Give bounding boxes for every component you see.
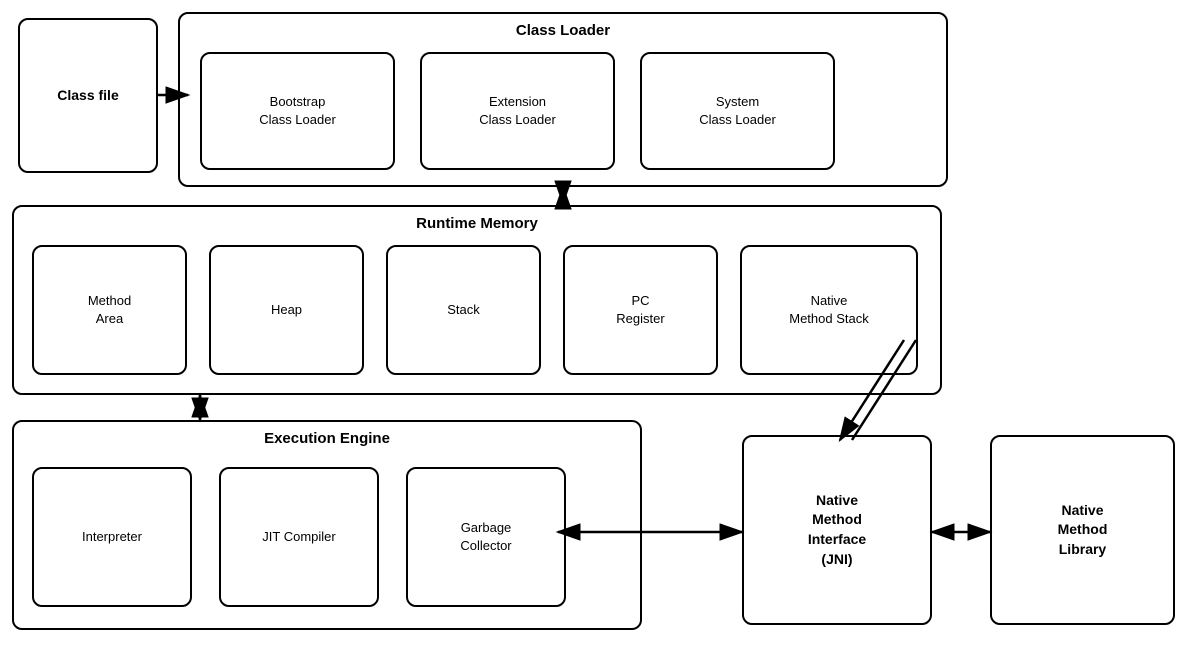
system-label: SystemClass Loader [699,93,776,129]
execution-engine-section: Execution Engine Interpreter JIT Compile… [12,420,642,630]
native-method-stack-label: NativeMethod Stack [789,292,869,328]
garbage-collector-box: GarbageCollector [406,467,566,607]
pc-register-box: PCRegister [563,245,718,375]
native-method-stack-box: NativeMethod Stack [740,245,918,375]
heap-box: Heap [209,245,364,375]
nml-label: NativeMethodLibrary [1058,501,1108,560]
class-file-box: Class file [18,18,158,173]
jit-compiler-label: JIT Compiler [262,528,335,546]
runtime-memory-section: Runtime Memory MethodArea Heap Stack PCR… [12,205,942,395]
method-area-box: MethodArea [32,245,187,375]
pc-register-label: PCRegister [616,292,664,328]
class-loader-title: Class Loader [180,22,946,39]
native-method-interface-box: NativeMethodInterface(JNI) [742,435,932,625]
interpreter-box: Interpreter [32,467,192,607]
native-method-library-box: NativeMethodLibrary [990,435,1175,625]
jit-compiler-box: JIT Compiler [219,467,379,607]
system-class-loader-box: SystemClass Loader [640,52,835,170]
diagram-container: Class file Class Loader BootstrapClass L… [0,0,1191,648]
runtime-memory-title: Runtime Memory [14,215,940,232]
class-loader-section: Class Loader BootstrapClass Loader Exten… [178,12,948,187]
extension-label: ExtensionClass Loader [479,93,556,129]
bootstrap-label: BootstrapClass Loader [259,93,336,129]
bootstrap-class-loader-box: BootstrapClass Loader [200,52,395,170]
class-file-label: Class file [57,86,118,106]
garbage-collector-label: GarbageCollector [460,519,511,555]
method-area-label: MethodArea [88,292,131,328]
execution-engine-title: Execution Engine [14,430,640,447]
stack-label: Stack [447,301,480,319]
interpreter-label: Interpreter [82,528,142,546]
heap-label: Heap [271,301,302,319]
stack-box: Stack [386,245,541,375]
extension-class-loader-box: ExtensionClass Loader [420,52,615,170]
nmi-label: NativeMethodInterface(JNI) [808,491,866,569]
